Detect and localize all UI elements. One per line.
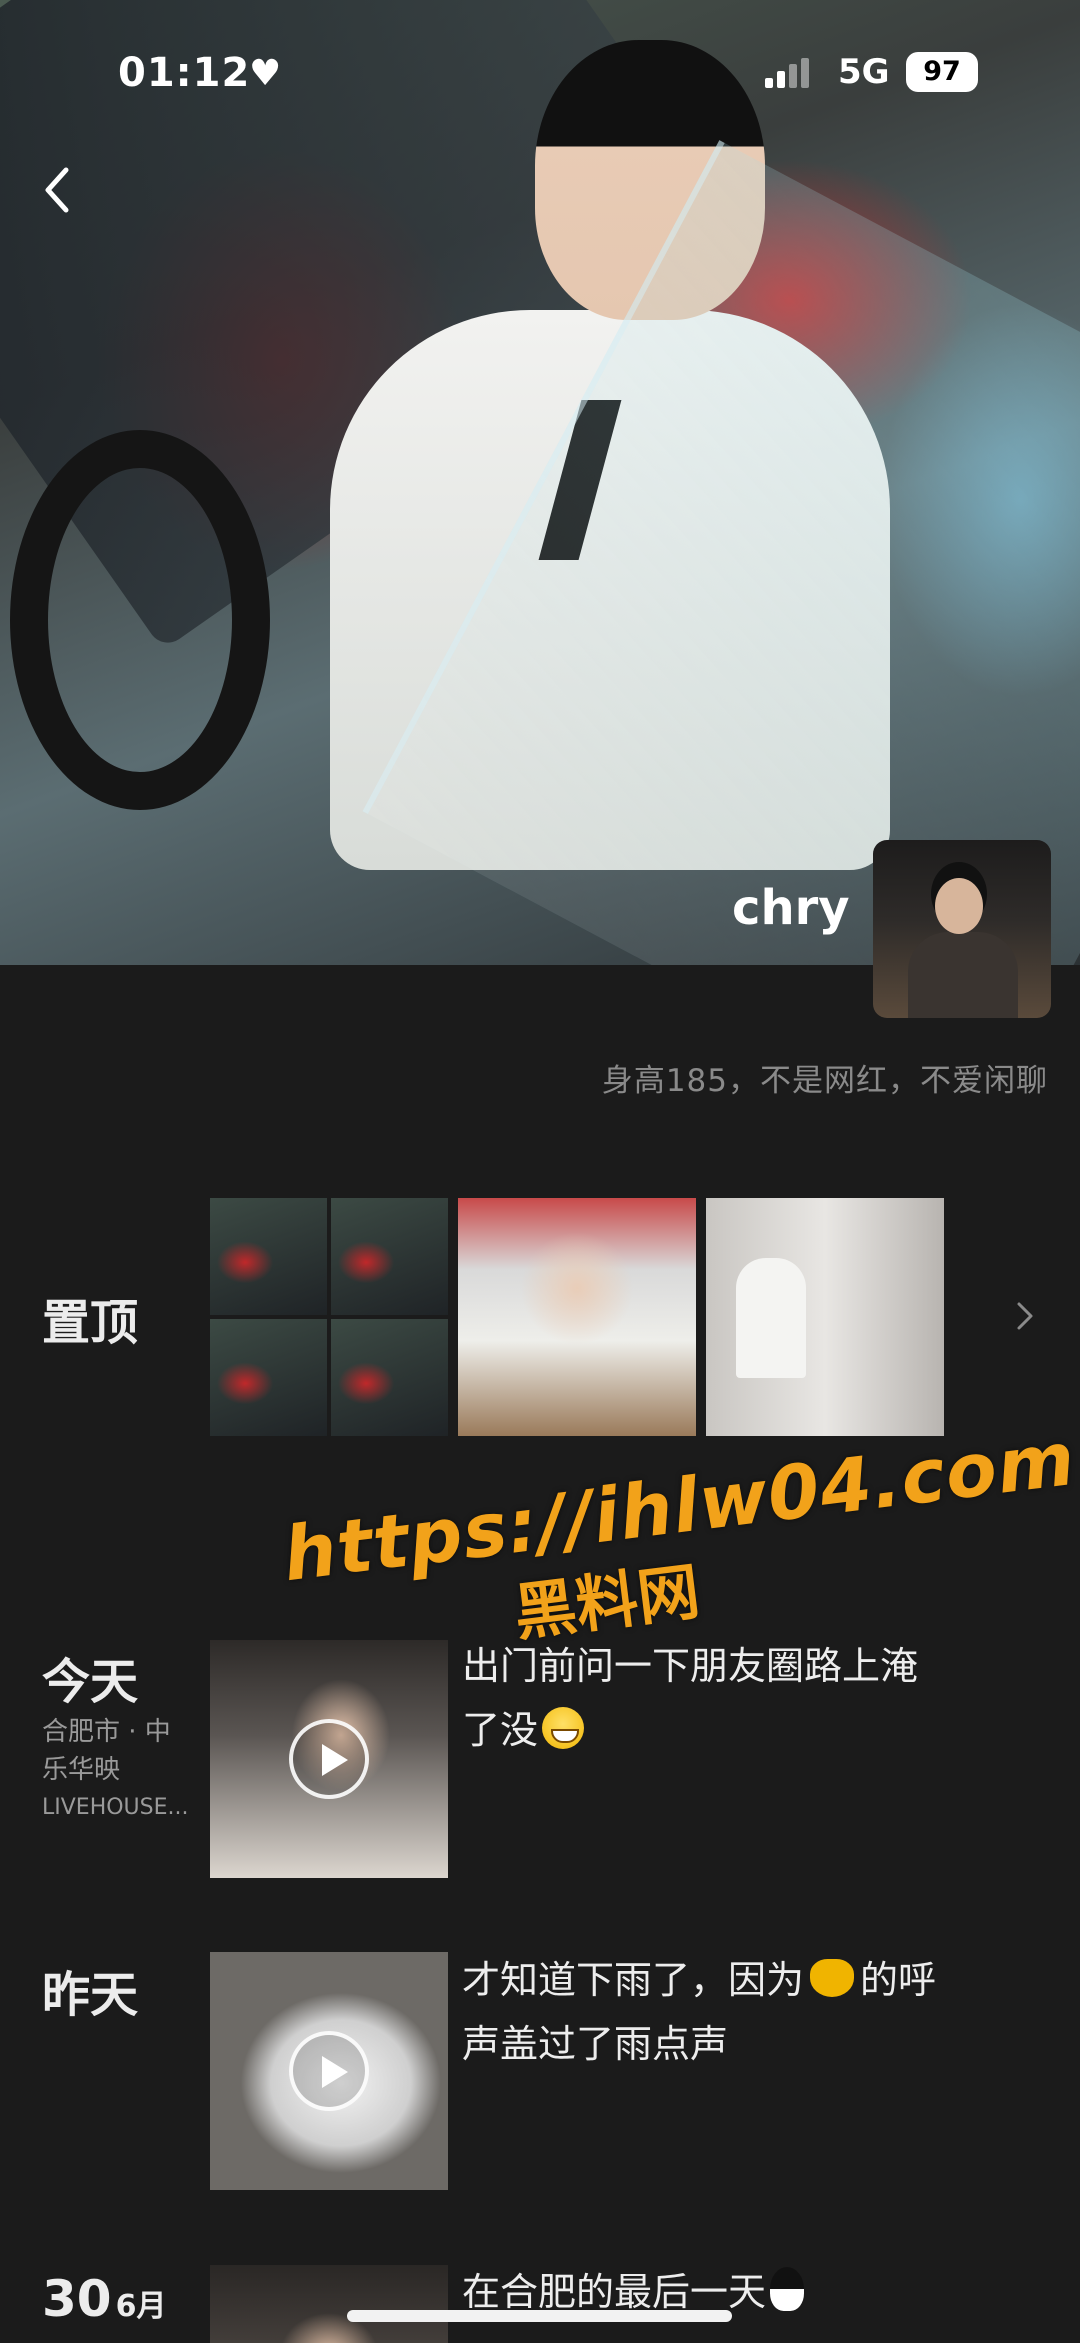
battery-indicator: 97 (906, 52, 978, 92)
post-text-today[interactable]: 出门前问一下朋友圈路上淹 了没 (462, 1634, 1022, 1762)
cover-photo[interactable] (0, 0, 1080, 965)
chevron-right-icon[interactable] (1010, 1296, 1040, 1336)
status-time: 01:12 (118, 50, 251, 96)
post-text-fragment: 才知道下雨了，因为 (462, 1958, 805, 2002)
home-indicator[interactable] (347, 2310, 732, 2322)
location-line-3: LIVEHOUSE... (42, 1795, 189, 1820)
date-month: 6月 (115, 2289, 167, 2324)
pinned-grid-cell (331, 1319, 448, 1436)
network-type: 5G (838, 52, 890, 92)
penguin-emoji-icon (770, 2267, 805, 2311)
avatar-face (935, 878, 983, 934)
post-text-fragment: 在合肥的最后一天 (462, 2270, 767, 2314)
play-icon[interactable] (289, 1719, 369, 1799)
post-location[interactable]: 合肥市 · 中 乐华映 LIVEHOUSE... (42, 1713, 189, 1827)
post-text-line-2: 声盖过了雨点声 (462, 2022, 729, 2066)
grin-emoji-icon (542, 1707, 585, 1749)
post-date-today: 今天 (42, 1654, 139, 1710)
pinned-label: 置顶 (42, 1295, 139, 1351)
post-text-line-1: 才知道下雨了，因为 的呼 (462, 1948, 1022, 2012)
pinned-thumb-3[interactable] (706, 1198, 944, 1436)
pinned-grid-cell (210, 1319, 327, 1436)
cat-emoji-icon (810, 1959, 855, 1997)
profile-bio: 身高185，不是网红，不爱闲聊 (601, 1063, 1048, 1099)
post-date-yesterday: 昨天 (42, 1967, 139, 2023)
profile-username: chry (732, 880, 850, 936)
post-text-yesterday[interactable]: 才知道下雨了，因为 的呼 声盖过了雨点声 (462, 1948, 1022, 2076)
heart-icon: ♥ (249, 53, 282, 94)
pinned-grid-cell (331, 1198, 448, 1315)
location-line-1: 合肥市 · 中 (42, 1717, 171, 1747)
back-icon[interactable] (34, 160, 84, 220)
cover-steering-wheel (10, 430, 270, 810)
play-icon[interactable] (289, 2031, 369, 2111)
post-text-line-2: 了没 (462, 1698, 1022, 1762)
avatar-body (908, 932, 1018, 1018)
pinned-thumb-1[interactable] (210, 1198, 448, 1436)
status-bar: 01:12 ♥ 5G 97 (0, 0, 1080, 140)
date-day: 30 (42, 2270, 112, 2328)
post-thumb-june-30[interactable] (210, 2265, 448, 2343)
pinned-grid-cell (210, 1198, 327, 1315)
post-text-fragment: 的呼 (860, 1958, 937, 2002)
signal-icon (765, 58, 811, 88)
avatar[interactable] (873, 840, 1051, 1018)
location-line-2: 乐华映 (42, 1755, 121, 1785)
post-text-fragment: 了没 (462, 1708, 539, 1752)
post-date-june-30: 30 6月 (42, 2270, 166, 2328)
pinned-thumb-2[interactable] (458, 1198, 696, 1436)
